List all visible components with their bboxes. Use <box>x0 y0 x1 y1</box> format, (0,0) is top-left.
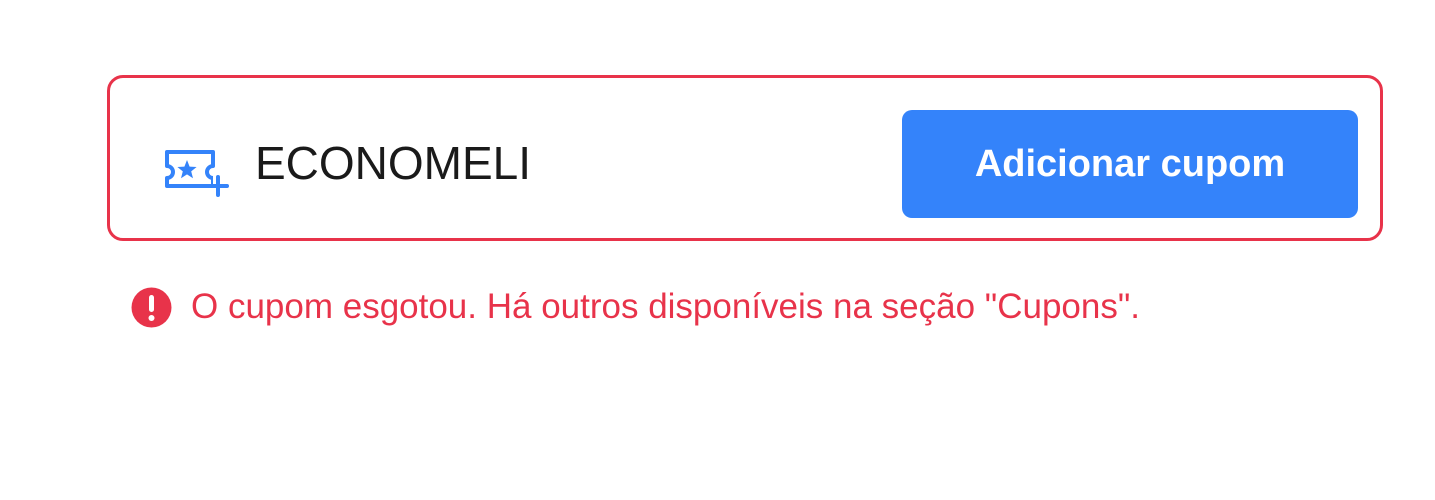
coupon-ticket-add-icon <box>161 142 229 198</box>
coupon-error-message: O cupom esgotou. Há outros disponíveis n… <box>130 283 1140 331</box>
add-coupon-button[interactable]: Adicionar cupom <box>902 110 1358 218</box>
error-text: O cupom esgotou. Há outros disponíveis n… <box>191 287 1140 326</box>
coupon-field-container: Adicionar cupom <box>107 75 1383 241</box>
coupon-code-input[interactable] <box>255 133 875 193</box>
exclamation-circle-icon <box>130 286 173 329</box>
